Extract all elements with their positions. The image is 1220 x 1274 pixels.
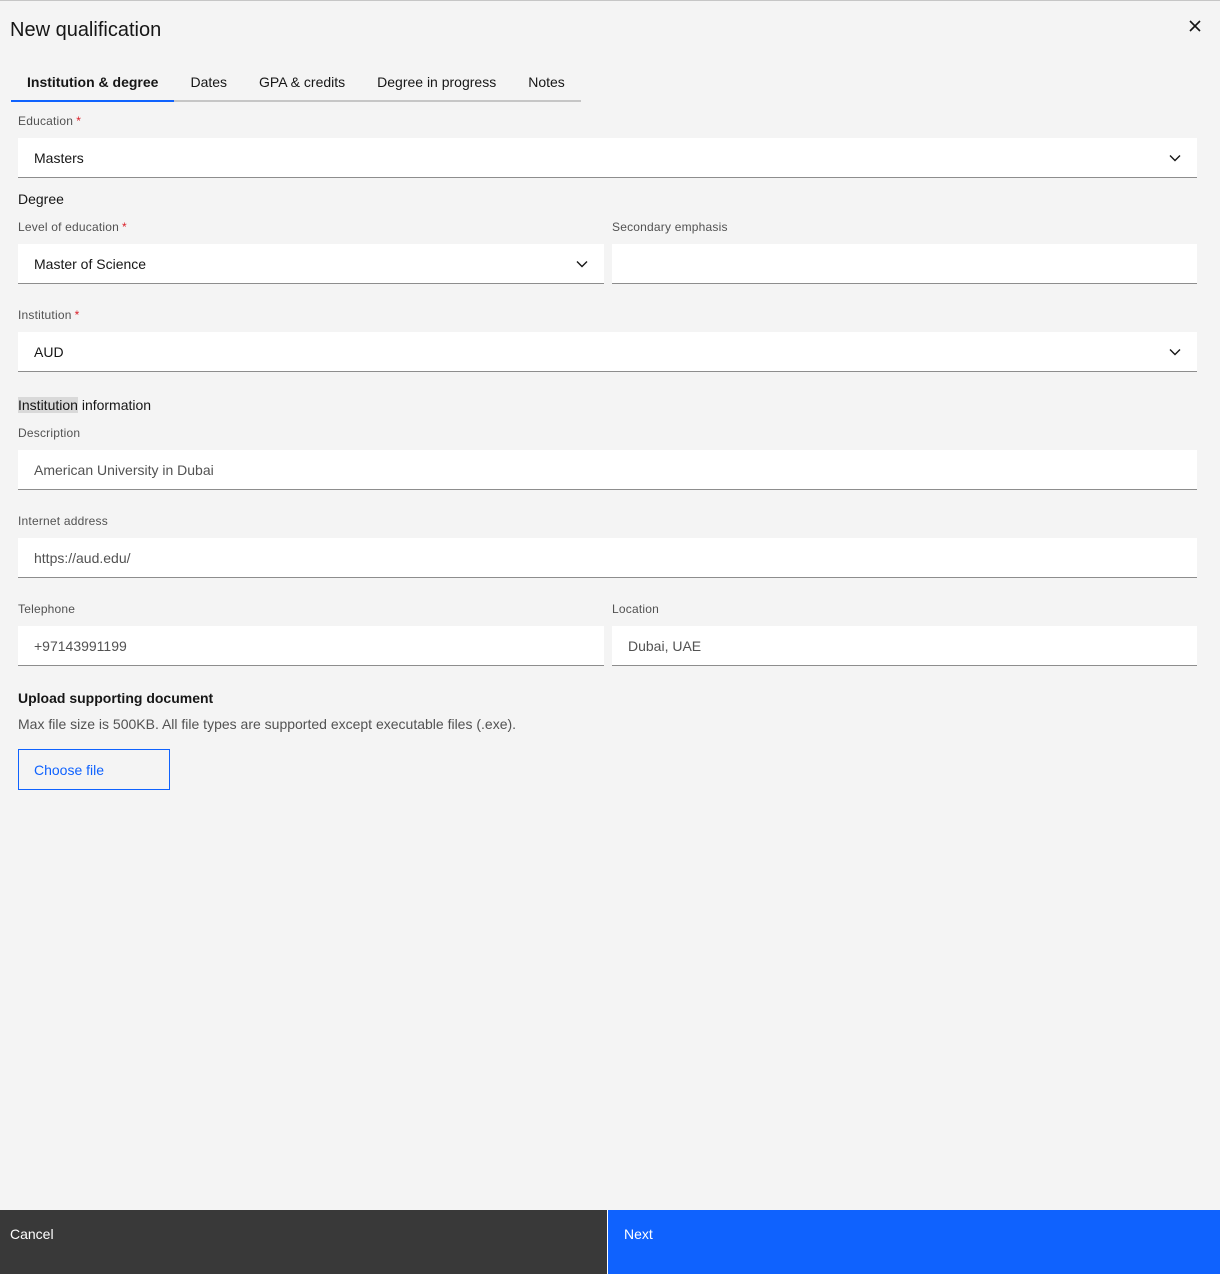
telephone-label: Telephone xyxy=(18,602,76,616)
close-button[interactable] xyxy=(1184,15,1206,37)
location-label: Location xyxy=(612,602,659,616)
institution-value: AUD xyxy=(34,343,64,360)
location-value: Dubai, UAE xyxy=(628,637,702,654)
chevron-down-icon xyxy=(1169,154,1181,162)
description-label: Description xyxy=(18,426,81,440)
tab-notes[interactable]: Notes xyxy=(512,63,581,100)
tab-list: Institution & degree Dates GPA & credits… xyxy=(11,63,581,102)
telephone-field: +97143991199 xyxy=(18,626,604,666)
choose-file-button[interactable]: Choose file xyxy=(18,749,170,790)
required-mark: * xyxy=(122,220,127,234)
highlighted-text: Institution xyxy=(18,397,78,413)
education-select[interactable]: Masters xyxy=(18,138,1197,178)
secondary-emphasis-label: Secondary emphasis xyxy=(612,220,728,234)
institution-information-heading: Institution information xyxy=(18,397,152,413)
tab-degree-in-progress[interactable]: Degree in progress xyxy=(361,63,512,100)
next-button[interactable]: Next xyxy=(607,1210,1220,1274)
location-field: Dubai, UAE xyxy=(612,626,1197,666)
chevron-down-icon xyxy=(576,260,588,268)
required-mark: * xyxy=(76,114,82,128)
upload-description: Max file size is 500KB. All file types a… xyxy=(18,716,517,732)
upload-title: Upload supporting document xyxy=(18,690,214,706)
institution-select[interactable]: AUD xyxy=(18,332,1197,372)
level-of-education-value: Master of Science xyxy=(34,255,147,272)
modal-footer: Cancel Next xyxy=(0,1210,1220,1274)
level-of-education-label: Level of education * xyxy=(18,220,127,234)
level-of-education-select[interactable]: Master of Science xyxy=(18,244,604,284)
telephone-value: +97143991199 xyxy=(34,637,127,654)
internet-address-value: https://aud.edu/ xyxy=(34,549,131,566)
internet-address-field: https://aud.edu/ xyxy=(18,538,1197,578)
close-icon xyxy=(1189,20,1201,32)
description-value: American University in Dubai xyxy=(34,461,214,478)
internet-address-label: Internet address xyxy=(18,514,108,528)
cancel-button[interactable]: Cancel xyxy=(0,1210,607,1274)
chevron-down-icon xyxy=(1169,348,1181,356)
education-value: Masters xyxy=(34,149,84,166)
tab-institution-degree[interactable]: Institution & degree xyxy=(11,63,175,102)
tab-gpa-credits[interactable]: GPA & credits xyxy=(243,63,361,100)
required-mark: * xyxy=(74,308,80,322)
secondary-emphasis-input[interactable] xyxy=(612,244,1197,284)
education-label: Education * xyxy=(18,114,82,128)
modal-title: New qualification xyxy=(10,19,162,41)
institution-label: Institution * xyxy=(18,308,80,322)
description-field: American University in Dubai xyxy=(18,450,1197,490)
degree-heading: Degree xyxy=(18,191,64,207)
tab-dates[interactable]: Dates xyxy=(174,63,243,100)
